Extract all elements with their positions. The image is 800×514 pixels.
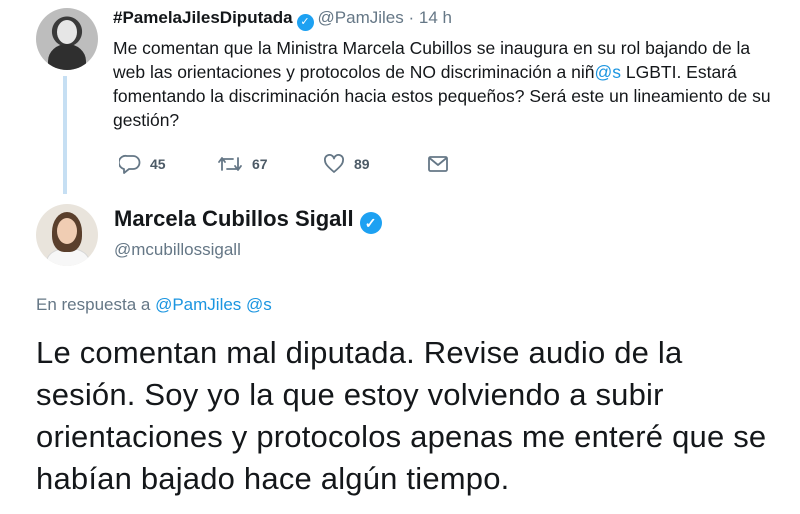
verified-badge-icon: ✓ — [296, 14, 314, 31]
reply-count: 45 — [150, 156, 166, 172]
header-separator: · — [408, 8, 415, 27]
reply-tweet-header: #PamelaJilesDiputada ✓ @PamJiles · 14 h — [113, 8, 452, 31]
in-reply-mention-pamjiles[interactable]: @PamJiles — [155, 295, 241, 314]
in-reply-prefix: En respuesta a — [36, 295, 156, 314]
in-reply-mention-s[interactable]: @s — [246, 295, 272, 314]
thread-connector-line — [63, 76, 67, 194]
like-action[interactable]: 89 — [323, 154, 370, 174]
main-tweet-text: Le comentan mal diputada. Revise audio d… — [36, 335, 767, 496]
like-icon — [324, 154, 344, 173]
direct-message-icon — [428, 156, 448, 172]
main-tweet-handle[interactable]: @mcubillossigall — [114, 240, 241, 260]
reply-icon — [119, 154, 141, 174]
reply-tweet-text: Me comentan que la Ministra Marcela Cubi… — [113, 36, 773, 132]
verified-badge-icon: ✓ — [359, 212, 382, 234]
reply-tweet-handle[interactable]: @PamJiles — [318, 8, 404, 27]
reply-action[interactable]: 45 — [119, 154, 166, 174]
like-count: 89 — [354, 156, 370, 172]
avatar-marcela-cubillos[interactable] — [36, 204, 98, 266]
reply-tweet-display-name[interactable]: #PamelaJilesDiputada — [113, 8, 293, 27]
main-tweet-display-name-row: Marcela Cubillos Sigall ✓ — [114, 206, 382, 234]
direct-message-action[interactable] — [427, 154, 449, 174]
main-tweet-display-name[interactable]: Marcela Cubillos Sigall — [114, 206, 354, 231]
retweet-icon — [218, 157, 242, 171]
avatar-pamela-jiles[interactable] — [36, 8, 98, 70]
retweet-count: 67 — [252, 156, 268, 172]
reply-tweet-timestamp[interactable]: 14 h — [419, 8, 452, 27]
reply-tweet-mention[interactable]: @s — [595, 62, 622, 82]
in-reply-to-line: En respuesta a @PamJiles @s — [36, 295, 272, 315]
retweet-action[interactable]: 67 — [217, 154, 268, 174]
